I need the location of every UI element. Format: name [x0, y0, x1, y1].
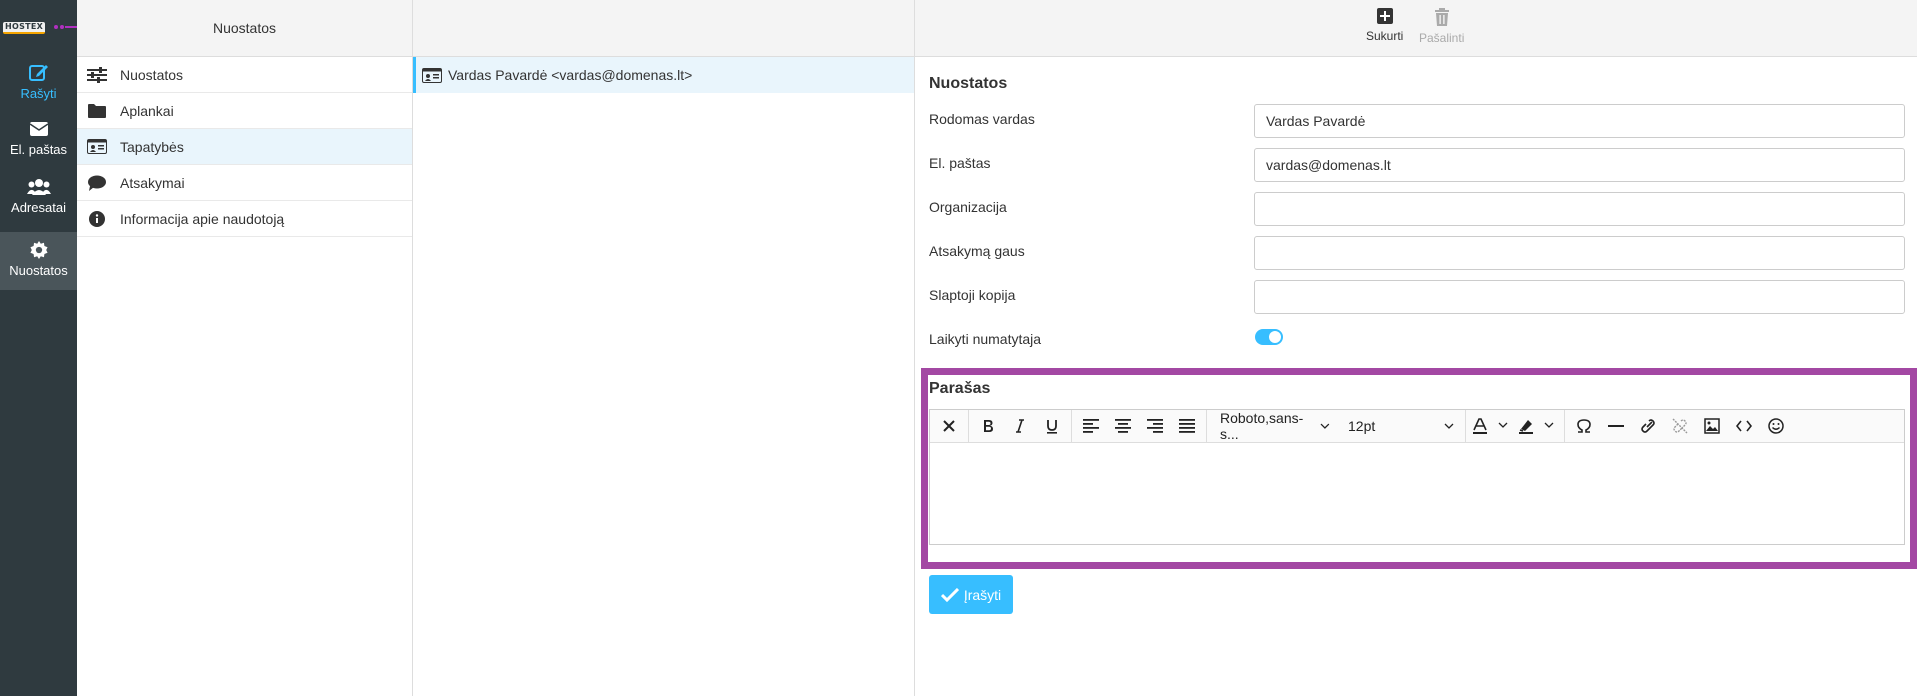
align-right-icon[interactable]: [1139, 412, 1171, 440]
nav-contacts[interactable]: Adresatai: [0, 178, 77, 236]
chevron-down-icon: [1320, 423, 1330, 429]
content-toolbar: Sukurti Pašalinti: [915, 0, 1917, 57]
display-name-input[interactable]: [1254, 104, 1905, 138]
image-icon[interactable]: [1696, 412, 1728, 440]
settings-item-label: Nuostatos: [120, 66, 184, 83]
editor-toolbar: Roboto,sans-s... 12pt: [930, 410, 1904, 443]
envelope-icon: [29, 122, 48, 136]
font-size-select[interactable]: 12pt: [1338, 412, 1462, 440]
nav-compose[interactable]: Rašyti: [0, 62, 77, 120]
plus-square-icon: [1376, 8, 1393, 24]
users-icon: [26, 179, 51, 195]
align-center-icon[interactable]: [1107, 412, 1139, 440]
trash-icon: [1434, 8, 1449, 26]
sliders-icon: [87, 65, 107, 85]
reply-to-input[interactable]: [1254, 236, 1905, 270]
logo-mark-icon: [54, 25, 77, 29]
settings-item-label: Tapatybės: [120, 138, 184, 155]
create-button-label: Sukurti: [1366, 29, 1404, 43]
text-color-button[interactable]: [1469, 412, 1515, 440]
compose-icon: [28, 65, 48, 81]
bcc-label: Slaptoji kopija: [929, 287, 1016, 303]
text-color-icon: [1473, 418, 1508, 434]
reply-to-label: Atsakymą gaus: [929, 243, 1025, 259]
align-justify-icon[interactable]: [1171, 412, 1203, 440]
identity-row[interactable]: Vardas Pavardė <vardas@domenas.lt>: [413, 57, 914, 93]
display-name-label: Rodomas vardas: [929, 111, 1035, 127]
bcc-input[interactable]: [1254, 280, 1905, 314]
nav-mail[interactable]: El. paštas: [0, 120, 77, 178]
save-button[interactable]: Įrašyti: [929, 575, 1013, 614]
settings-item-responses[interactable]: Atsakymai: [77, 165, 412, 201]
settings-item-label: Informacija apie naudotoją: [120, 210, 285, 227]
delete-button[interactable]: Pašalinti: [1419, 8, 1464, 45]
nav-mail-label: El. paštas: [9, 142, 68, 157]
font-family-value: Roboto,sans-s...: [1220, 410, 1304, 442]
identities-list-panel: Vardas Pavardė <vardas@domenas.lt>: [413, 0, 915, 696]
set-default-toggle[interactable]: [1255, 329, 1283, 345]
italic-icon[interactable]: [1004, 412, 1036, 440]
folder-icon: [87, 101, 107, 121]
font-family-select[interactable]: Roboto,sans-s...: [1210, 410, 1338, 442]
checkmark-icon: [940, 587, 959, 602]
create-button[interactable]: Sukurti: [1366, 8, 1403, 43]
settings-item-label: Aplankai: [120, 102, 174, 119]
unlink-icon[interactable]: [1664, 412, 1696, 440]
settings-item-identities[interactable]: Tapatybės: [77, 129, 412, 165]
settings-panel-header: Nuostatos: [77, 0, 412, 57]
id-card-icon: [87, 137, 107, 157]
logo-text: HOSTEX: [3, 22, 46, 34]
form-section-title: Nuostatos: [929, 75, 1008, 92]
settings-item-folders[interactable]: Aplankai: [77, 93, 412, 129]
signature-editor: Roboto,sans-s... 12pt: [929, 409, 1905, 545]
info-icon: [87, 209, 107, 229]
nav-settings-label: Nuostatos: [9, 263, 68, 278]
signature-title: Parašas: [929, 380, 991, 397]
nav-compose-label: Rašyti: [20, 86, 57, 101]
source-code-icon[interactable]: [1728, 412, 1760, 440]
emoji-icon[interactable]: [1760, 412, 1792, 440]
settings-item-label: Atsakymai: [120, 174, 185, 191]
identity-label: Vardas Pavardė <vardas@domenas.lt>: [448, 67, 693, 83]
nav-settings[interactable]: Nuostatos: [0, 232, 77, 290]
email-label: El. paštas: [929, 155, 991, 171]
highlight-color-button[interactable]: [1515, 412, 1561, 440]
signature-text-area[interactable]: [930, 443, 1904, 544]
settings-item-user-info[interactable]: Informacija apie naudotoją: [77, 201, 412, 237]
main-navigation: HOSTEX Rašyti El. paštas Adresatai Nuost…: [0, 0, 77, 696]
id-card-icon: [422, 67, 442, 83]
settings-item-preferences[interactable]: Nuostatos: [77, 57, 412, 93]
set-default-label: Laikyti numatytaja: [929, 331, 1042, 347]
underline-icon[interactable]: [1036, 412, 1068, 440]
align-left-icon[interactable]: [1075, 412, 1107, 440]
organization-input[interactable]: [1254, 192, 1905, 226]
identity-edit-panel: Sukurti Pašalinti Nuostatos Rodomas vard…: [915, 0, 1917, 696]
settings-sections-panel: Nuostatos Nuostatos Aplankai Tapatybės A…: [77, 0, 413, 696]
gear-icon: [29, 241, 48, 259]
identities-list-header: [413, 0, 914, 57]
save-button-label: Įrašyti: [963, 586, 1002, 603]
horizontal-line-icon[interactable]: [1600, 412, 1632, 440]
chevron-down-icon: [1444, 423, 1454, 429]
bold-icon[interactable]: [972, 412, 1004, 440]
delete-button-label: Pašalinti: [1419, 31, 1465, 45]
nav-contacts-label: Adresatai: [11, 200, 66, 215]
close-icon[interactable]: [933, 412, 965, 440]
link-icon[interactable]: [1632, 412, 1664, 440]
email-input[interactable]: [1254, 148, 1905, 182]
brand-logo[interactable]: HOSTEX: [3, 22, 77, 36]
font-size-value: 12pt: [1348, 418, 1376, 434]
highlighter-icon: [1519, 420, 1554, 434]
organization-label: Organizacija: [929, 199, 1007, 215]
special-character-icon[interactable]: [1568, 412, 1600, 440]
comment-icon: [87, 173, 107, 193]
